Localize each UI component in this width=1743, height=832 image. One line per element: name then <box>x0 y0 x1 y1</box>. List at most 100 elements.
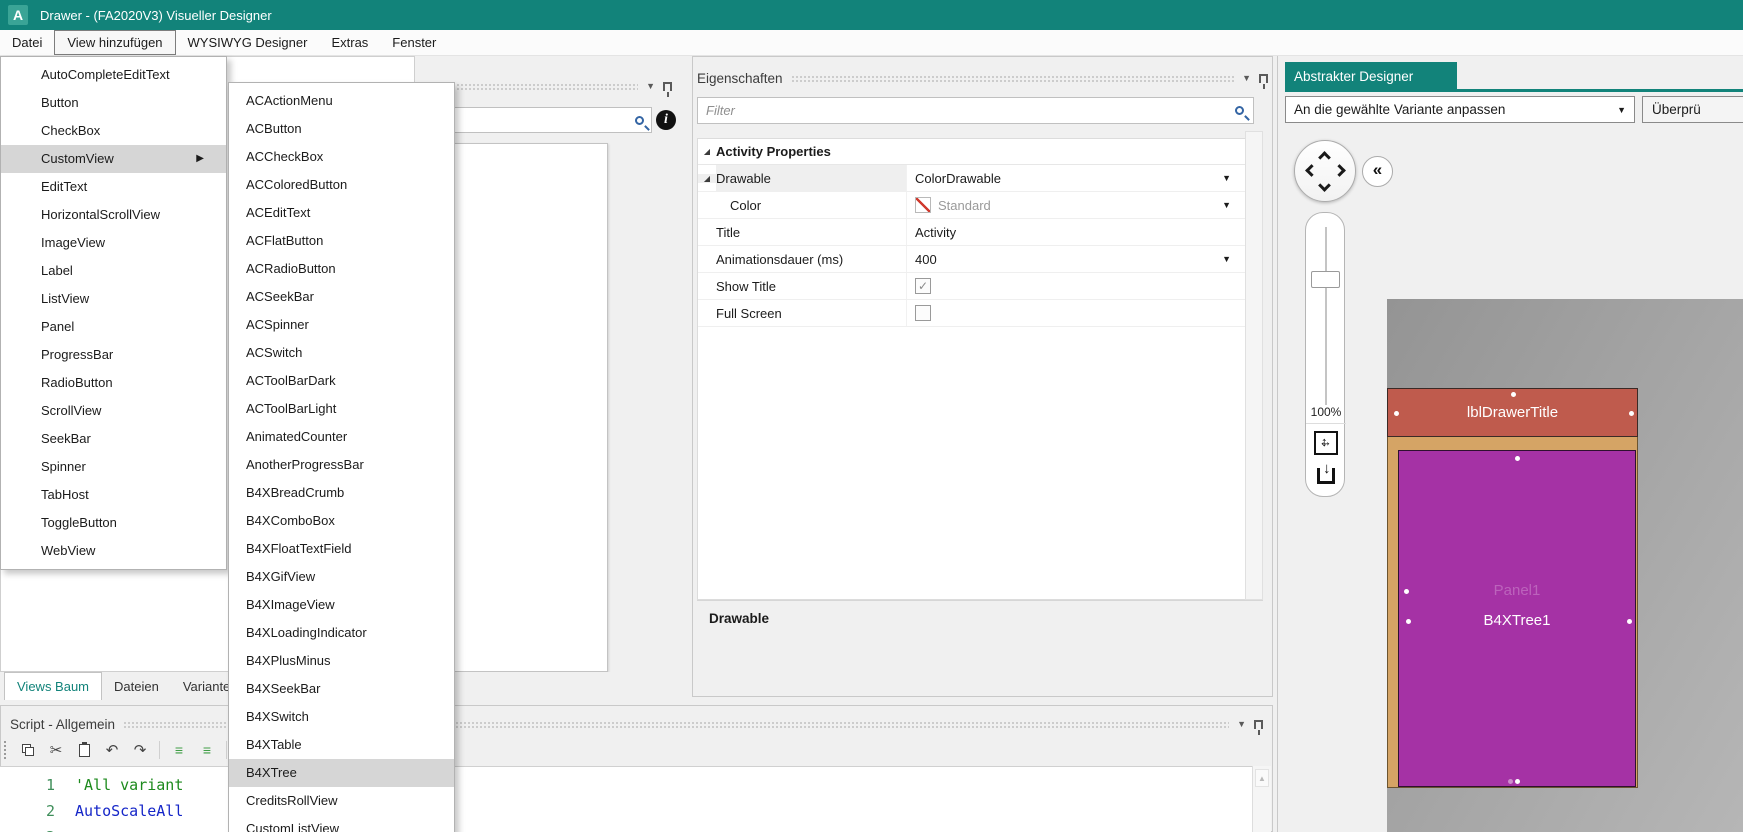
menu-item-acedittext[interactable]: ACEditText <box>229 199 454 227</box>
menu-item-accoloredbutton[interactable]: ACColoredButton <box>229 171 454 199</box>
zoom-slider-thumb[interactable] <box>1311 271 1340 288</box>
property-row-show-title[interactable]: Show Title ✓ <box>698 273 1245 300</box>
expander-icon[interactable]: ◢ <box>698 147 716 156</box>
drag-grip[interactable] <box>790 74 1235 82</box>
selection-handle[interactable] <box>1508 779 1513 784</box>
menu-item-acspinner[interactable]: ACSpinner <box>229 311 454 339</box>
views-list[interactable] <box>443 143 608 672</box>
menu-item-b4xplusminus[interactable]: B4XPlusMinus <box>229 647 454 675</box>
view-Panel1[interactable]: Panel1 B4XTree1 <box>1398 450 1636 787</box>
code-line[interactable]: 3 <box>0 824 1252 832</box>
pan-dpad[interactable] <box>1294 140 1356 202</box>
menu-item-panel[interactable]: Panel <box>1 313 226 341</box>
tab-views-baum[interactable]: Views Baum <box>4 672 103 700</box>
menubar-item-extras[interactable]: Extras <box>319 30 380 55</box>
menubar-item-fenster[interactable]: Fenster <box>380 30 448 55</box>
chevron-down-icon[interactable]: ▼ <box>1237 719 1246 729</box>
property-value[interactable]: Activity <box>906 219 1245 245</box>
pin-icon[interactable] <box>663 81 672 97</box>
menu-item-tabhost[interactable]: TabHost <box>1 481 226 509</box>
redo-button[interactable]: ↷ <box>128 738 152 762</box>
menu-item-webview[interactable]: WebView <box>1 537 226 565</box>
chevron-down-icon[interactable]: ▼ <box>1222 200 1231 210</box>
property-value[interactable] <box>906 300 1245 326</box>
code-scrollbar[interactable]: ▲ <box>1252 766 1271 832</box>
property-row-title[interactable]: Title Activity <box>698 219 1245 246</box>
menu-item-accheckbox[interactable]: ACCheckBox <box>229 143 454 171</box>
menu-item-imageview[interactable]: ImageView <box>1 229 226 257</box>
code-line[interactable]: 1 'All variant <box>0 772 1252 798</box>
variant-combo[interactable]: An die gewählte Variante anpassen ▼ <box>1285 96 1635 123</box>
chevron-down-icon[interactable]: ▼ <box>1222 254 1231 264</box>
properties-section-header[interactable]: ◢ Activity Properties <box>698 139 1245 165</box>
menu-item-b4xseekbar[interactable]: B4XSeekBar <box>229 675 454 703</box>
menu-item-seekbar[interactable]: SeekBar <box>1 425 226 453</box>
pin-icon[interactable] <box>1259 73 1268 89</box>
chevron-down-icon[interactable]: ▼ <box>1242 73 1251 83</box>
property-value[interactable]: 400 <box>906 246 1245 272</box>
menu-item-horizontalscrollview[interactable]: HorizontalScrollView <box>1 201 226 229</box>
menubar-item-datei[interactable]: Datei <box>0 30 54 55</box>
menubar-item-wysiwyg-designer[interactable]: WYSIWYG Designer <box>176 30 320 55</box>
info-button[interactable]: i <box>656 110 676 130</box>
menu-item-spinner[interactable]: Spinner <box>1 453 226 481</box>
menu-item-b4ximageview[interactable]: B4XImageView <box>229 591 454 619</box>
menu-item-acradiobutton[interactable]: ACRadioButton <box>229 255 454 283</box>
menu-item-b4xswitch[interactable]: B4XSwitch <box>229 703 454 731</box>
menu-item-actoolbardark[interactable]: ACToolBarDark <box>229 367 454 395</box>
menu-item-actoolbarlight[interactable]: ACToolBarLight <box>229 395 454 423</box>
checkbox-checked[interactable]: ✓ <box>915 278 931 294</box>
menu-item-animatedcounter[interactable]: AnimatedCounter <box>229 423 454 451</box>
chevron-down-icon[interactable] <box>1318 179 1331 192</box>
property-value[interactable]: ✓ <box>906 273 1245 299</box>
property-row-drawable[interactable]: ◢ Drawable ColorDrawable ▼ <box>698 165 1245 192</box>
menu-item-b4xfloattextfield[interactable]: B4XFloatTextField <box>229 535 454 563</box>
property-row-color[interactable]: Color Standard ▼ <box>698 192 1245 219</box>
menu-item-customlistview[interactable]: CustomListView <box>229 815 454 832</box>
property-value[interactable]: Standard <box>906 192 1245 218</box>
view-lblDrawerTitle[interactable]: lblDrawerTitle <box>1387 388 1638 437</box>
pin-icon[interactable] <box>1254 719 1263 735</box>
tab-dateien[interactable]: Dateien <box>102 672 171 700</box>
menu-item-creditsrollview[interactable]: CreditsRollView <box>229 787 454 815</box>
menu-item-progressbar[interactable]: ProgressBar <box>1 341 226 369</box>
expander-icon[interactable]: ◢ <box>698 173 716 183</box>
import-button[interactable] <box>1314 460 1338 488</box>
menu-item-b4xcombobox[interactable]: B4XComboBox <box>229 507 454 535</box>
selection-handle[interactable] <box>1515 779 1520 784</box>
selection-handle[interactable] <box>1629 411 1634 416</box>
zoom-slider-track[interactable] <box>1325 227 1327 405</box>
menu-item-acseekbar[interactable]: ACSeekBar <box>229 283 454 311</box>
check-layout-button[interactable]: Überprü <box>1642 96 1743 123</box>
selection-handle[interactable] <box>1406 619 1411 624</box>
menu-item-listview[interactable]: ListView <box>1 285 226 313</box>
drag-grip[interactable] <box>440 82 639 90</box>
fit-to-screen-button[interactable]: ↔ ↕ <box>1314 431 1338 455</box>
menu-item-label[interactable]: Label <box>1 257 226 285</box>
scroll-up-button[interactable]: ▲ <box>1255 769 1269 787</box>
menu-item-b4xbreadcrumb[interactable]: B4XBreadCrumb <box>229 479 454 507</box>
code-line[interactable]: 2 AutoScaleAll <box>0 798 1252 824</box>
menu-item-edittext[interactable]: EditText <box>1 173 226 201</box>
menu-item-b4xgifview[interactable]: B4XGifView <box>229 563 454 591</box>
selection-handle[interactable] <box>1404 589 1409 594</box>
property-row-animationsdauer-ms-[interactable]: Animationsdauer (ms) 400 ▼ <box>698 246 1245 273</box>
selection-handle[interactable] <box>1511 392 1516 397</box>
menu-item-button[interactable]: Button <box>1 89 226 117</box>
menu-item-autocompleteedittext[interactable]: AutoCompleteEditText <box>1 61 226 89</box>
properties-filter-input[interactable]: Filter <box>697 97 1254 124</box>
menu-item-customview[interactable]: CustomView ▶ <box>1 145 226 173</box>
menu-item-radiobutton[interactable]: RadioButton <box>1 369 226 397</box>
menu-item-checkbox[interactable]: CheckBox <box>1 117 226 145</box>
selection-handle[interactable] <box>1394 411 1399 416</box>
menubar-item-view-hinzuf-gen[interactable]: View hinzufügen <box>54 30 176 55</box>
collapse-button[interactable]: « <box>1362 156 1393 187</box>
menu-item-anotherprogressbar[interactable]: AnotherProgressBar <box>229 451 454 479</box>
menu-item-b4xtree[interactable]: B4XTree <box>229 759 454 787</box>
checkbox-unchecked[interactable] <box>915 305 931 321</box>
chevron-left-icon[interactable] <box>1305 164 1318 177</box>
menu-item-togglebutton[interactable]: ToggleButton <box>1 509 226 537</box>
copy-button[interactable] <box>16 738 40 762</box>
undo-button[interactable]: ↶ <box>100 738 124 762</box>
menu-item-acflatbutton[interactable]: ACFlatButton <box>229 227 454 255</box>
